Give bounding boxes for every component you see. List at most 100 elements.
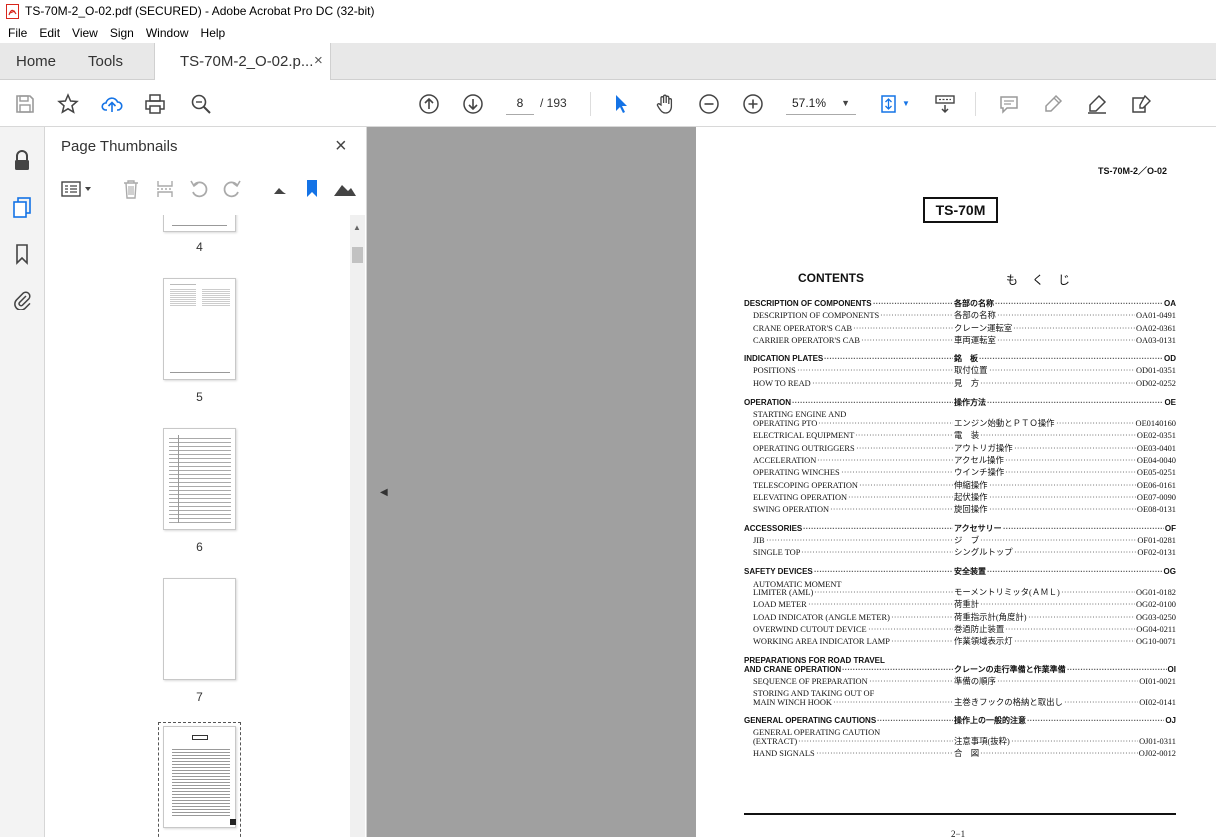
toc-leader-dots: ········································… [989,366,1135,375]
comment-icon[interactable] [996,91,1022,117]
options-menu-icon[interactable] [60,177,94,201]
toc-english-title: TELESCOPING OPERATION [753,481,858,490]
toc-section-code: OG03-0250 [1135,613,1176,622]
scroll-up-icon[interactable]: ▲ [353,223,361,232]
toc-japanese-title: モーメントリミッタ(ＡＭＬ) [954,588,1060,597]
toc-section-code: OD02-0252 [1135,379,1176,388]
toc-section-code: OF [1164,524,1176,533]
toc-japanese-title: 操作上の一般的注意 [954,716,1026,725]
close-icon[interactable]: × [335,135,347,158]
thumbnail-page[interactable] [163,428,236,530]
page-display-icon[interactable] [932,91,958,117]
toc-english-title: MAIN WINCH HOOK [753,698,832,707]
bookmark-star-icon[interactable] [55,91,81,117]
toc-japanese-title: ジ ブ [954,536,980,545]
cloud-upload-icon[interactable] [99,91,125,117]
thumbnail-page[interactable] [163,278,236,380]
toc-japanese-title: 各部の名称 [954,311,996,320]
toc-japanese-title: クレーン運転室 [954,324,1013,333]
save-icon[interactable] [12,91,38,117]
toc-leader-dots: ········································… [1005,468,1136,477]
toc-leader-dots: ········································… [1013,324,1135,333]
thumbnail-small-icon[interactable] [268,177,292,201]
zoom-out-icon[interactable] [696,91,722,117]
toc-english-title: ACCESSORIES [744,524,803,533]
toc-section-code: OE0140160 [1135,419,1176,428]
toc-section-code: OE07-0090 [1136,493,1176,502]
tab-tools[interactable]: Tools [88,53,123,70]
toc-japanese-title: 電 装 [954,431,980,440]
toc-leader-dots: ········································… [1056,419,1135,428]
thumbnail-page[interactable] [163,578,236,680]
bookmarks-icon[interactable] [10,242,34,266]
delete-page-icon[interactable] [119,177,143,201]
pdf-page[interactable]: TS-70M-2／O-02 TS-70M CONTENTS もくじ DESCRI… [696,127,1216,837]
toc-leader-dots: ········································… [808,600,953,609]
zoom-level-select[interactable]: 57.1% ▼ [786,91,856,115]
menu-window[interactable]: Window [140,26,195,40]
scrollbar-thumb[interactable] [352,247,363,263]
page-thumbnails-icon[interactable] [10,195,34,219]
toc-leader-dots: ········································… [980,431,1136,440]
toc-english-title: OPERATING PTO [753,419,818,428]
insert-page-icon[interactable] [153,177,177,201]
toc-leader-dots: ········································… [1067,665,1167,674]
rotate-right-icon[interactable] [220,177,244,201]
find-zoom-icon[interactable] [188,91,214,117]
tab-document-label: TS-70M-2_O-02.p... [180,53,314,70]
thumbnail-page-current[interactable] [163,726,236,828]
toc-japanese-title: 銘 板 [954,354,978,363]
hand-tool-icon[interactable] [652,91,678,117]
thumbnail-page[interactable] [163,215,236,232]
lock-icon[interactable] [10,149,34,173]
fit-page-icon[interactable] [876,91,902,117]
thumbnail-scrollbar[interactable]: ▲ [350,215,365,837]
toc-leader-dots: ········································… [979,354,1163,363]
toc-japanese-title: 見 方 [954,379,980,388]
toc-leader-dots: ········································… [1027,716,1164,725]
collapse-panel-icon[interactable]: ◀ [380,487,388,498]
menu-view[interactable]: View [66,26,104,40]
toc-leader-dots: ········································… [1005,625,1135,634]
thumbnail-view-handle[interactable] [230,819,236,825]
tab-document[interactable]: TS-70M-2_O-02.p... × [154,43,331,80]
fit-page-dropdown-icon[interactable]: ▼ [902,99,910,108]
toc-section-code: OA02-0361 [1135,324,1176,333]
rotate-left-icon[interactable] [187,177,211,201]
toc-section-code: OA [1164,299,1176,308]
toc-leader-dots: ········································… [1014,637,1135,646]
page-total: / 193 [540,96,567,110]
toc-japanese-title: 作業領域表示灯 [954,637,1013,646]
print-icon[interactable] [142,91,168,117]
highlight-pen-icon[interactable] [1040,91,1066,117]
toc-english-title: CRANE OPERATOR'S CAB [753,324,853,333]
toc-leader-dots: ········································… [868,625,953,634]
toc-japanese-title: 注意事項(抜粋) [954,737,1010,746]
toc-leader-dots: ········································… [980,379,1135,388]
next-page-icon[interactable] [460,91,486,117]
menu-sign[interactable]: Sign [104,26,140,40]
menu-file[interactable]: File [2,26,33,40]
fill-sign-icon[interactable] [1128,91,1154,117]
toc-english-title: SWING OPERATION [753,505,830,514]
toolbar-divider [975,92,976,116]
sign-icon[interactable] [1084,91,1110,117]
toc-leader-dots: ········································… [980,749,1138,758]
tab-close-icon[interactable]: × [314,52,323,69]
menu-help[interactable]: Help [195,26,232,40]
thumbnail-bookmark-icon[interactable] [300,177,324,201]
toc-leader-dots: ········································… [880,311,953,320]
toc-leader-dots: ········································… [830,505,953,514]
page-number-input[interactable]: 8 [506,91,534,115]
attachments-icon[interactable] [10,287,34,311]
previous-page-icon[interactable] [416,91,442,117]
tab-home[interactable]: Home [16,53,56,70]
thumbnail-large-icon[interactable] [333,177,357,201]
thumbnail-page-number: 6 [196,540,203,554]
toc-japanese-title: ウインチ操作 [954,468,1005,477]
toc-leader-dots: ········································… [980,600,1135,609]
zoom-in-icon[interactable] [740,91,766,117]
select-cursor-icon[interactable] [608,91,634,117]
menu-edit[interactable]: Edit [33,26,66,40]
toc-section-code: OG10-0071 [1135,637,1176,646]
